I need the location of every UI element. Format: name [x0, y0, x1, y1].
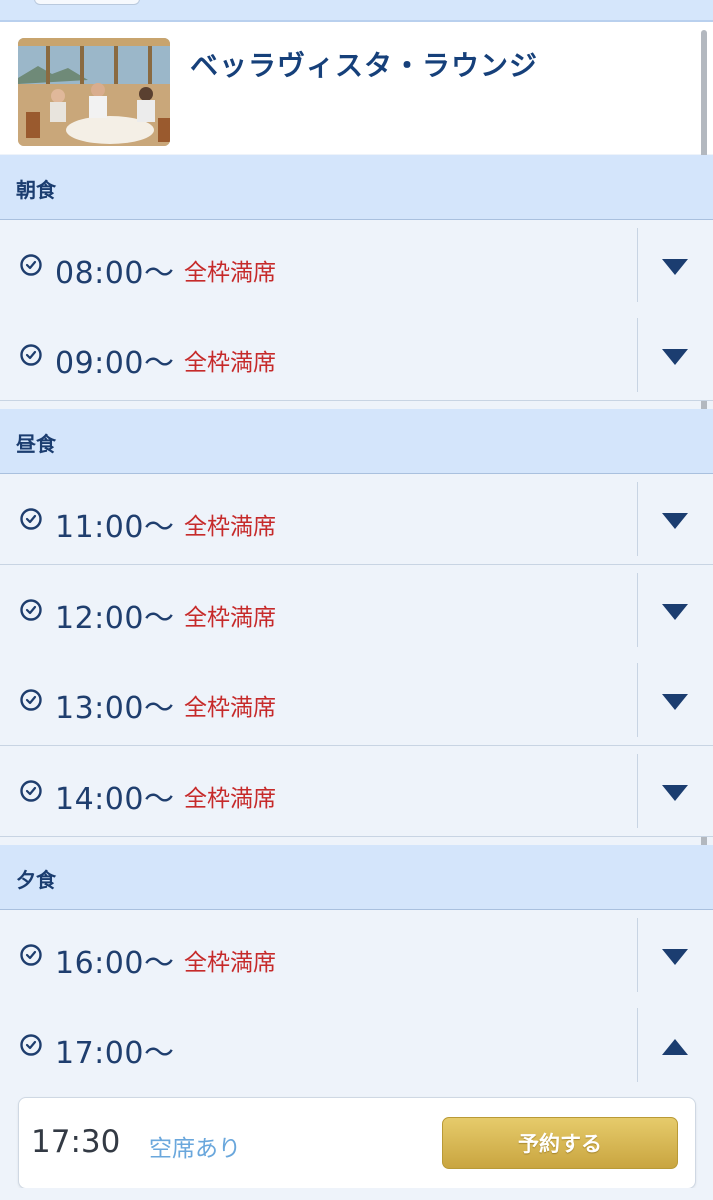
restaurant-header: ベッラヴィスタ・ラウンジ	[0, 22, 713, 154]
section-label: 昼食	[16, 432, 56, 456]
slot-status: 全枠満席	[184, 605, 276, 631]
divider	[637, 918, 638, 992]
time-slot[interactable]: 11:00〜 全枠満席	[0, 474, 713, 565]
chevron-down-icon[interactable]	[661, 784, 689, 802]
section-label: 朝食	[16, 178, 56, 202]
clock-icon	[20, 599, 42, 621]
clock-icon	[20, 344, 42, 366]
bottom-strip	[0, 1188, 713, 1200]
divider	[637, 318, 638, 392]
clock-icon	[20, 689, 42, 711]
section-header-breakfast: 朝食	[0, 155, 713, 220]
time-slot[interactable]: 09:00〜 全枠満席	[0, 310, 713, 401]
slot-time: 13:00〜	[55, 691, 175, 726]
chevron-down-icon[interactable]	[661, 512, 689, 530]
time-slot[interactable]: 12:00〜 全枠満席	[0, 565, 713, 656]
divider	[637, 228, 638, 302]
divider	[637, 754, 638, 828]
clock-icon	[20, 254, 42, 276]
restaurant-photo	[18, 38, 170, 146]
slot-status: 全枠満席	[184, 514, 276, 540]
slot-time: 14:00〜	[55, 782, 175, 817]
chevron-down-icon[interactable]	[661, 603, 689, 621]
chevron-down-icon[interactable]	[661, 258, 689, 276]
slot-time: 16:00〜	[55, 946, 175, 981]
slot-time: 08:00〜	[55, 256, 175, 291]
slot-status: 全枠満席	[184, 950, 276, 976]
slot-time: 09:00〜	[55, 346, 175, 381]
slot-time: 11:00〜	[55, 510, 175, 545]
time-slot[interactable]: 08:00〜 全枠満席	[0, 220, 713, 311]
reserve-button[interactable]: 予約する	[442, 1117, 678, 1169]
section-label: 夕食	[16, 868, 56, 892]
clock-icon	[20, 944, 42, 966]
clock-icon	[20, 1034, 42, 1056]
time-slot-expanded[interactable]: 17:00〜	[0, 1000, 713, 1090]
chevron-down-icon[interactable]	[661, 693, 689, 711]
slot-time: 17:00〜	[55, 1036, 175, 1071]
availability-status: 空席あり	[149, 1136, 241, 1162]
divider	[637, 573, 638, 647]
time-slot[interactable]: 16:00〜 全枠満席	[0, 910, 713, 1001]
chevron-down-icon[interactable]	[661, 348, 689, 366]
availability-card: 17:30 空席あり 予約する	[18, 1097, 696, 1189]
clock-icon	[20, 780, 42, 802]
restaurant-name: ベッラヴィスタ・ラウンジ	[190, 49, 539, 82]
slot-time: 12:00〜	[55, 601, 175, 636]
section-header-dinner: 夕食	[0, 845, 713, 910]
slot-status: 全枠満席	[184, 350, 276, 376]
card-time: 17:30	[31, 1124, 121, 1160]
chevron-up-icon[interactable]	[661, 1038, 689, 1056]
clock-icon	[20, 508, 42, 530]
slot-status: 全枠満席	[184, 786, 276, 812]
divider	[637, 663, 638, 737]
section-header-lunch: 昼食	[0, 409, 713, 474]
top-bar	[0, 0, 713, 22]
divider	[637, 482, 638, 556]
time-slot[interactable]: 14:00〜 全枠満席	[0, 746, 713, 837]
time-slot[interactable]: 13:00〜 全枠満席	[0, 655, 713, 746]
top-tab[interactable]	[34, 0, 140, 5]
slot-status: 全枠満席	[184, 260, 276, 286]
chevron-down-icon[interactable]	[661, 948, 689, 966]
slot-status: 全枠満席	[184, 695, 276, 721]
divider	[637, 1008, 638, 1082]
